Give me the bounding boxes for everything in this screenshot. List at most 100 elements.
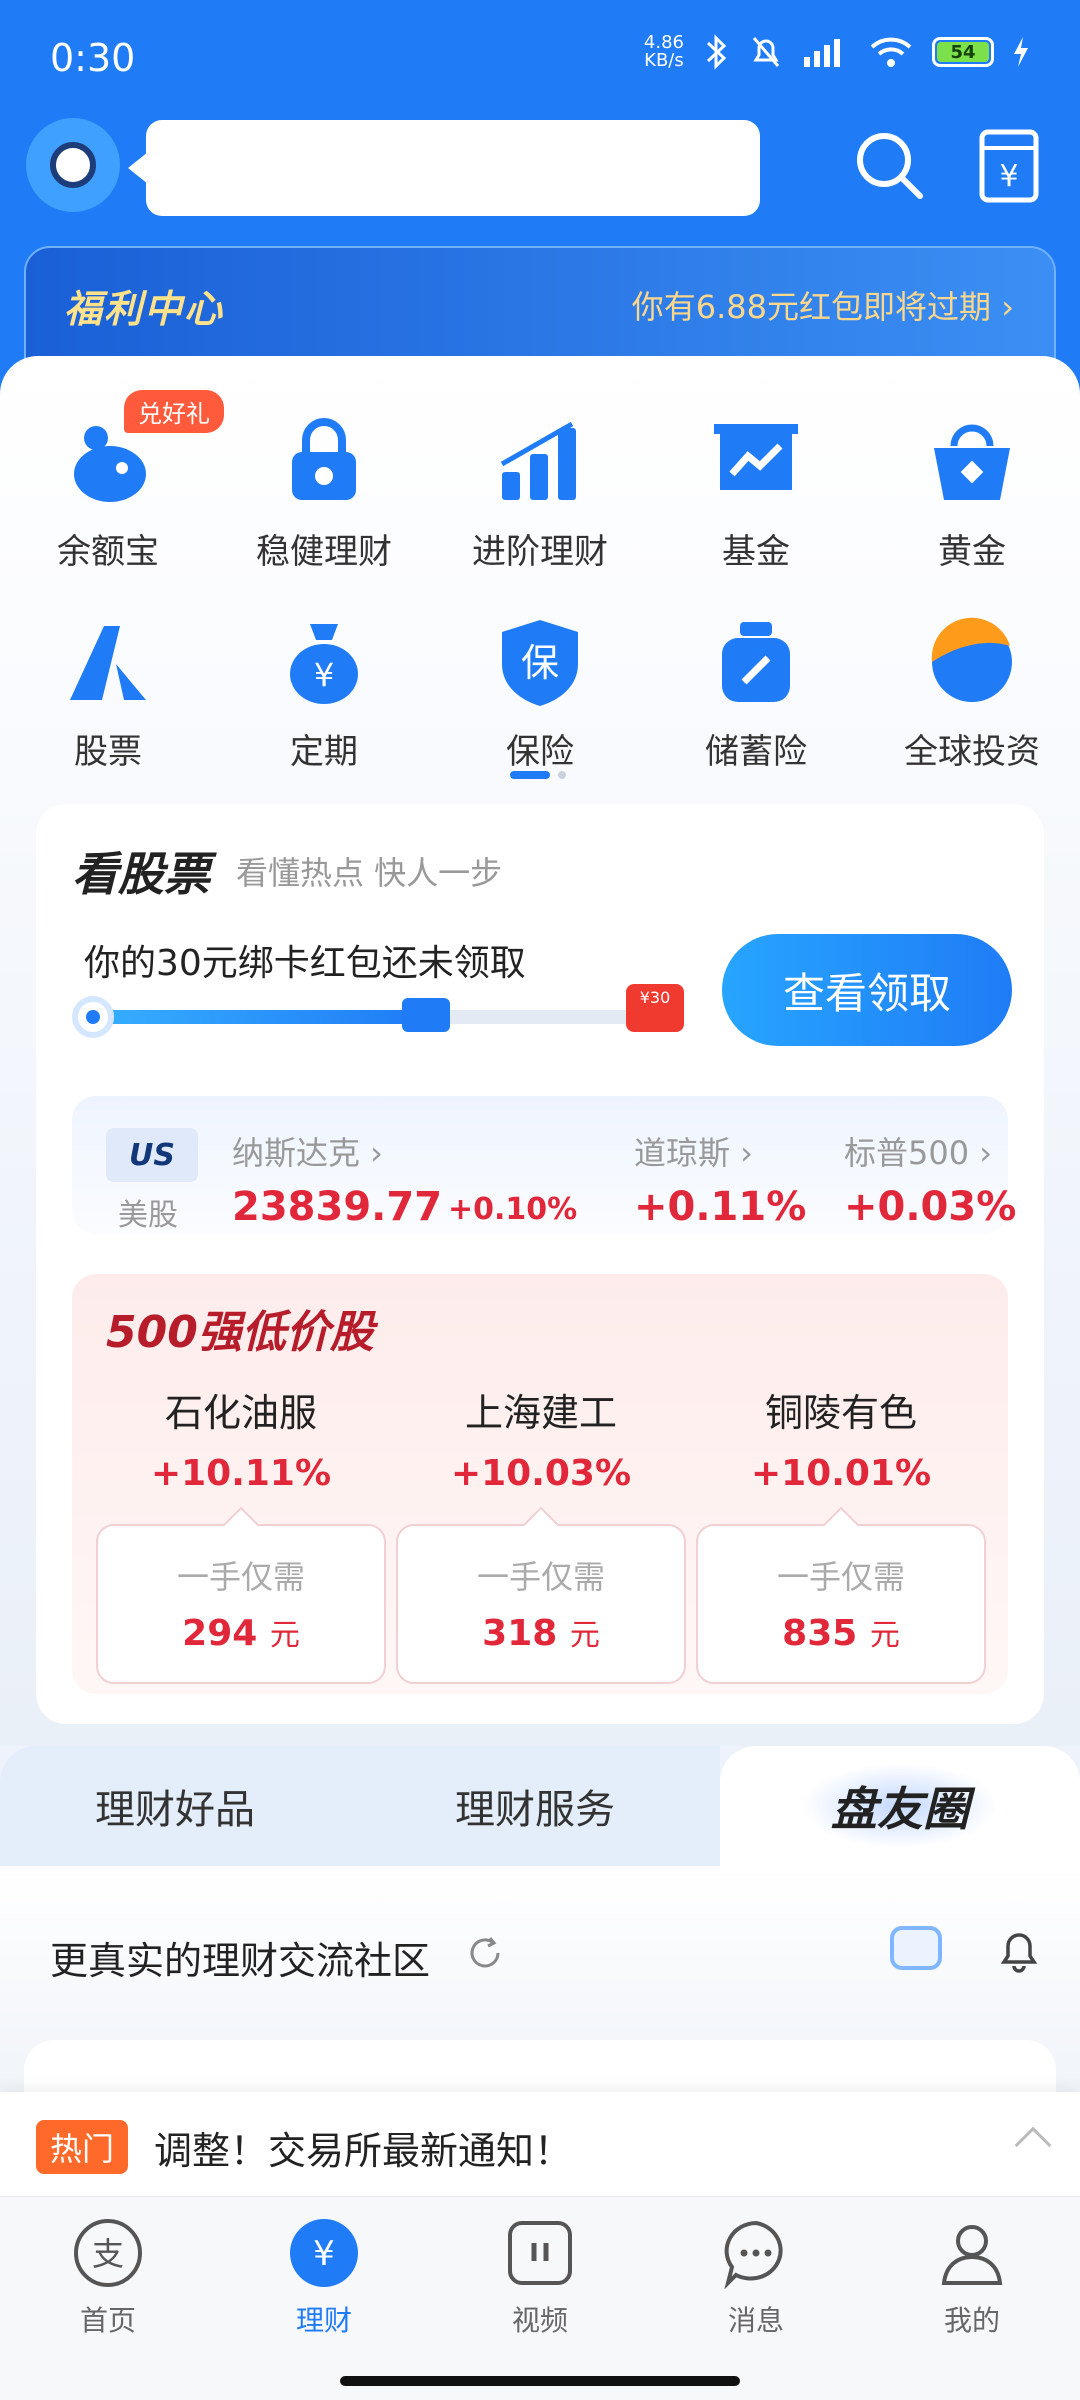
status-icons: 4.86 KB/s 54	[644, 34, 1030, 70]
home-indicator	[340, 2376, 740, 2386]
yuan-icon: ¥	[290, 2219, 358, 2287]
chevron-up-icon[interactable]	[1014, 2126, 1052, 2164]
hot-stock-2[interactable]: 铜陵有色 +10.01%	[696, 1382, 986, 1494]
min-value-number: 318	[482, 1613, 558, 1654]
grid-item-gold[interactable]: 黄金	[864, 396, 1080, 596]
grid-label: 储蓄险	[705, 732, 807, 772]
battery-indicator: 54	[932, 37, 994, 67]
stock-card-subtitle: 看懂热点 快人一步	[236, 854, 503, 892]
grid-item-savings-insurance[interactable]: 储蓄险	[648, 596, 864, 796]
profile-icon	[941, 2225, 1003, 2285]
us-index-box[interactable]: US 美股 纳斯达克 › 23839.77 +0.10% 道琼斯 › +0.11…	[72, 1096, 1016, 1234]
grid-item-global[interactable]: 全球投资	[864, 596, 1080, 796]
grid-label: 定期	[290, 732, 358, 772]
claim-button[interactable]: 查看领取	[722, 934, 1012, 1046]
min-value: 294 元	[98, 1610, 384, 1654]
hot-tag: 热门	[36, 2120, 129, 2174]
savings-jar-icon	[722, 622, 790, 702]
grid-item-yuebao[interactable]: 兑好礼 余额宝	[0, 390, 224, 596]
signal-icon	[804, 39, 840, 67]
index-value-dow: +0.11%	[634, 1184, 807, 1230]
svg-text:¥: ¥	[999, 159, 1018, 194]
main-panel: 兑好礼 余额宝 稳健理财 进阶理财 基金 黄金 股票 ¥ 定期 保 保险 储蓄险…	[0, 356, 1080, 1746]
refresh-icon[interactable]	[466, 1934, 504, 1972]
progress-start-dot	[72, 996, 114, 1038]
bell-icon[interactable]	[994, 1924, 1044, 1974]
grid-label: 余额宝	[57, 532, 159, 572]
nav-label: 我的	[943, 2304, 1000, 2337]
grid-item-steady[interactable]: 稳健理财	[216, 396, 432, 596]
index-change-nasdaq: +0.10%	[448, 1192, 578, 1227]
grid-item-stocks[interactable]: 股票	[0, 596, 216, 796]
hot-stock-0[interactable]: 石化油服 +10.11%	[96, 1382, 386, 1494]
grid-item-fund[interactable]: 基金	[648, 396, 864, 596]
index-name-sp500[interactable]: 标普500 ›	[844, 1128, 992, 1174]
svg-text:¥: ¥	[314, 656, 334, 694]
mascot-eye	[50, 142, 96, 188]
grid-row-2: 股票 ¥ 定期 保 保险 储蓄险 全球投资	[0, 596, 1080, 796]
grid-pager	[510, 771, 566, 779]
grid-item-fixed-term[interactable]: ¥ 定期	[216, 596, 432, 796]
nav-profile[interactable]: 我的	[864, 2197, 1080, 2400]
tab-stock-circle[interactable]: 盘友圈	[720, 1746, 1080, 1866]
globe-icon	[931, 617, 1012, 702]
alipay-icon: 支	[74, 2219, 142, 2287]
nav-video[interactable]: 视频	[432, 2197, 648, 2400]
min-value-unit: 元	[869, 1618, 900, 1653]
grid-item-insurance[interactable]: 保 保险	[432, 596, 648, 796]
hot-stock-min-card[interactable]: 一手仅需 318 元	[396, 1524, 686, 1684]
search-icon[interactable]	[850, 126, 930, 206]
bottom-nav: 支 首页 ¥ 理财 视频 消息 我的	[0, 2196, 1080, 2400]
video-icon	[508, 2221, 572, 2285]
community-section: 更真实的理财交流社区	[0, 1866, 1080, 2160]
grid-label: 基金	[722, 532, 790, 572]
nav-label: 消息	[727, 2304, 784, 2337]
hot-stock-name: 铜陵有色	[764, 1391, 917, 1435]
bind-card-tip: 你的30元绑卡红包还未领取	[84, 943, 526, 984]
welfare-tip[interactable]: 你有6.88元红包即将过期 ›	[632, 282, 1014, 328]
mute-bell-icon	[752, 37, 780, 67]
hot-notice-bar[interactable]: 热门 调整！交易所最新通知！	[0, 2092, 1080, 2196]
bill-icon[interactable]: ¥	[978, 128, 1040, 204]
nav-home[interactable]: 支 首页	[0, 2197, 216, 2400]
hot-stock-min-card[interactable]: 一手仅需 294 元	[96, 1524, 386, 1684]
notice-text[interactable]: 调整！交易所最新通知！	[154, 2120, 572, 2175]
index-name-dow[interactable]: 道琼斯 ›	[634, 1128, 753, 1174]
robot-icon[interactable]	[890, 1926, 942, 1970]
index-value-sp500: +0.03%	[844, 1184, 1017, 1230]
min-value-unit: 元	[269, 1618, 300, 1653]
stock-icon	[70, 626, 146, 700]
index-name-nasdaq[interactable]: 纳斯达克 ›	[232, 1128, 383, 1174]
stock-card: 看股票 看懂热点 快人一步 你的30元绑卡红包还未领取 ¥30 查看领取 US …	[36, 804, 1044, 1724]
grid-row-1: 兑好礼 余额宝 稳健理财 进阶理财 基金 黄金	[0, 390, 1080, 596]
shield-icon: 保	[502, 620, 578, 706]
min-value-unit: 元	[569, 1618, 600, 1653]
money-bag-icon: ¥	[290, 624, 358, 704]
nav-messages[interactable]: 消息	[648, 2197, 864, 2400]
svg-text:保: 保	[521, 641, 559, 685]
tab-good-products[interactable]: 理财好品	[0, 1746, 350, 1866]
red-envelope-icon: ¥30	[626, 984, 684, 1032]
hot-stock-min-card[interactable]: 一手仅需 835 元	[696, 1524, 986, 1684]
network-speed-unit: KB/s	[644, 50, 684, 71]
mascot-avatar[interactable]	[26, 118, 120, 212]
trend-chart-icon	[714, 424, 798, 490]
grid-label: 股票	[74, 732, 142, 772]
hot-stock-1[interactable]: 上海建工 +10.03%	[396, 1382, 686, 1494]
min-value-number: 835	[782, 1613, 858, 1654]
feature-grid: 兑好礼 余额宝 稳健理财 进阶理财 基金 黄金 股票 ¥ 定期 保 保险 储蓄险…	[0, 390, 1080, 796]
search-bubble[interactable]	[128, 120, 760, 216]
progress-fill	[86, 1010, 422, 1024]
hot-stock-name: 上海建工	[464, 1391, 617, 1435]
tab-services[interactable]: 理财服务	[350, 1746, 720, 1866]
nav-wealth[interactable]: ¥ 理财	[216, 2197, 432, 2400]
nav-label: 首页	[79, 2304, 136, 2337]
battery-level: 54	[937, 42, 989, 63]
grid-item-advanced[interactable]: 进阶理财	[432, 396, 648, 596]
index-value-nasdaq: 23839.77	[232, 1184, 443, 1230]
grid-label: 稳健理财	[256, 532, 392, 572]
us-market-label: 美股	[118, 1198, 178, 1233]
nav-label: 理财	[295, 2304, 352, 2337]
min-label: 一手仅需	[176, 1558, 305, 1596]
content-tabs: 理财好品 理财服务 盘友圈	[0, 1746, 1080, 1866]
